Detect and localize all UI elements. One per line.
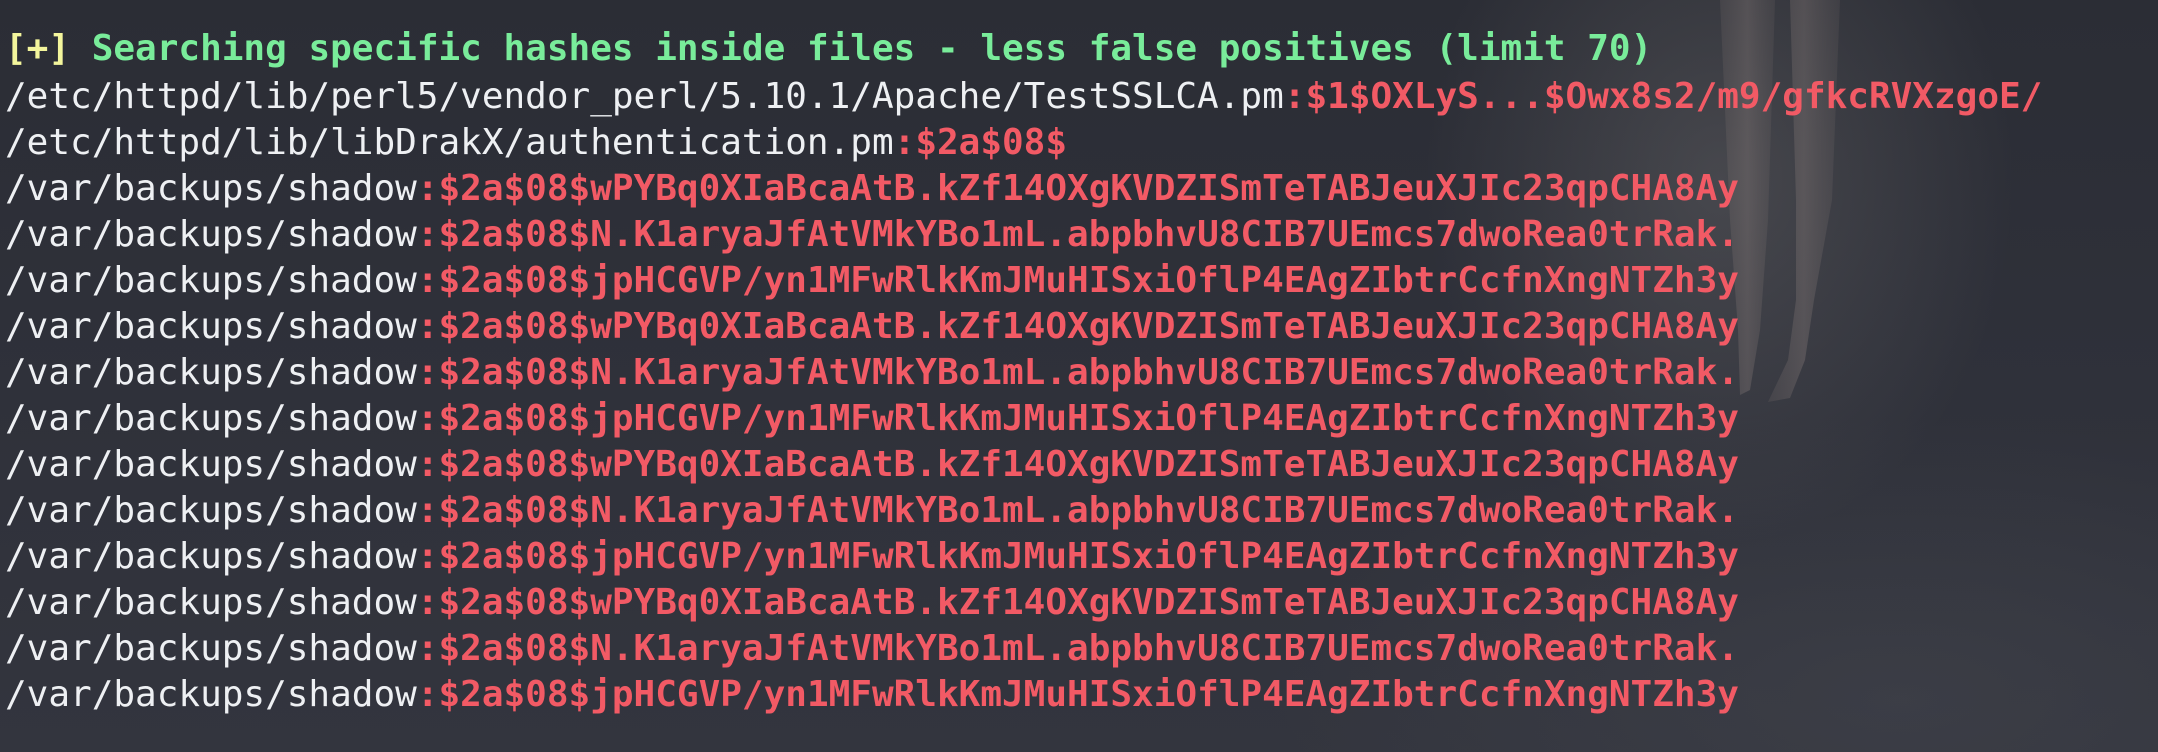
hash-value: :$2a$08$N.K1aryaJfAtVMkYBo1mL.abpbhvU8CI… [416, 352, 1739, 393]
header-marker: [+] [5, 28, 71, 69]
hash-value: :$2a$08$wPYBq0XIaBcaAtB.kZf14OXgKVDZISmT… [416, 444, 1739, 485]
file-path: /var/backups/shadow [5, 214, 417, 255]
file-path: /var/backups/shadow [5, 260, 417, 301]
hash-value: :$2a$08$jpHCGVP/yn1MFwRlkKmJMuHISxiOflP4… [416, 536, 1739, 577]
terminal-output: [+] Searching specific hashes inside fil… [5, 26, 2153, 746]
hash-value: :$2a$08$N.K1aryaJfAtVMkYBo1mL.abpbhvU8CI… [416, 490, 1739, 531]
terminal-line: /var/backups/shadow:$2a$08$N.K1aryaJfAtV… [5, 212, 2153, 258]
terminal-line: /var/backups/shadow:$2a$08$jpHCGVP/yn1MF… [5, 396, 2153, 442]
header-text: Searching specific hashes inside files -… [70, 28, 1653, 69]
hash-value: :$2a$08$N.K1aryaJfAtVMkYBo1mL.abpbhvU8CI… [416, 214, 1739, 255]
hash-value: :$2a$08$wPYBq0XIaBcaAtB.kZf14OXgKVDZISmT… [416, 306, 1739, 347]
file-path: /var/backups/shadow [5, 536, 417, 577]
file-path: /var/backups/shadow [5, 490, 417, 531]
file-path: /var/backups/shadow [5, 674, 417, 715]
terminal-header-line: [+] Searching specific hashes inside fil… [5, 26, 2153, 74]
terminal-line: /var/backups/shadow:$2a$08$jpHCGVP/yn1MF… [5, 258, 2153, 304]
hash-value: :$2a$08$jpHCGVP/yn1MFwRlkKmJMuHISxiOflP4… [416, 398, 1739, 439]
terminal-line: /var/backups/shadow:$2a$08$N.K1aryaJfAtV… [5, 626, 2153, 672]
file-path: /var/backups/shadow [5, 398, 417, 439]
hash-value: :$2a$08$jpHCGVP/yn1MFwRlkKmJMuHISxiOflP4… [416, 260, 1739, 301]
file-path: /var/backups/shadow [5, 352, 417, 393]
file-path: /var/backups/shadow [5, 582, 417, 623]
terminal-line: /var/backups/shadow:$2a$08$jpHCGVP/yn1MF… [5, 534, 2153, 580]
file-path: /var/backups/shadow [5, 306, 417, 347]
hash-value: :$1$OXLyS...$Owx8s2/m9/gfkcRVXzgoE/ [1283, 76, 2043, 117]
file-path: /var/backups/shadow [5, 444, 417, 485]
terminal-line: /var/backups/shadow:$2a$08$N.K1aryaJfAtV… [5, 488, 2153, 534]
hash-value: :$2a$08$jpHCGVP/yn1MFwRlkKmJMuHISxiOflP4… [416, 674, 1739, 715]
hash-value: :$2a$08$N.K1aryaJfAtVMkYBo1mL.abpbhvU8CI… [416, 628, 1739, 669]
terminal-line: /etc/httpd/lib/perl5/vendor_perl/5.10.1/… [5, 74, 2153, 120]
terminal-line: /var/backups/shadow:$2a$08$wPYBq0XIaBcaA… [5, 580, 2153, 626]
file-path: /var/backups/shadow [5, 168, 417, 209]
terminal-line: /var/backups/shadow:$2a$08$wPYBq0XIaBcaA… [5, 442, 2153, 488]
file-path: /etc/httpd/lib/libDrakX/authentication.p… [5, 122, 894, 163]
file-path: /var/backups/shadow [5, 628, 417, 669]
file-path: /etc/httpd/lib/perl5/vendor_perl/5.10.1/… [5, 76, 1284, 117]
hash-value: :$2a$08$ [893, 122, 1068, 163]
terminal-line: /var/backups/shadow:$2a$08$wPYBq0XIaBcaA… [5, 304, 2153, 350]
terminal-line: /var/backups/shadow:$2a$08$wPYBq0XIaBcaA… [5, 166, 2153, 212]
terminal-line: /etc/httpd/lib/libDrakX/authentication.p… [5, 120, 2153, 166]
terminal-line: /var/backups/shadow:$2a$08$N.K1aryaJfAtV… [5, 350, 2153, 396]
hash-value: :$2a$08$wPYBq0XIaBcaAtB.kZf14OXgKVDZISmT… [416, 168, 1739, 209]
terminal-line: /var/backups/shadow:$2a$08$jpHCGVP/yn1MF… [5, 672, 2153, 718]
hash-value: :$2a$08$wPYBq0XIaBcaAtB.kZf14OXgKVDZISmT… [416, 582, 1739, 623]
